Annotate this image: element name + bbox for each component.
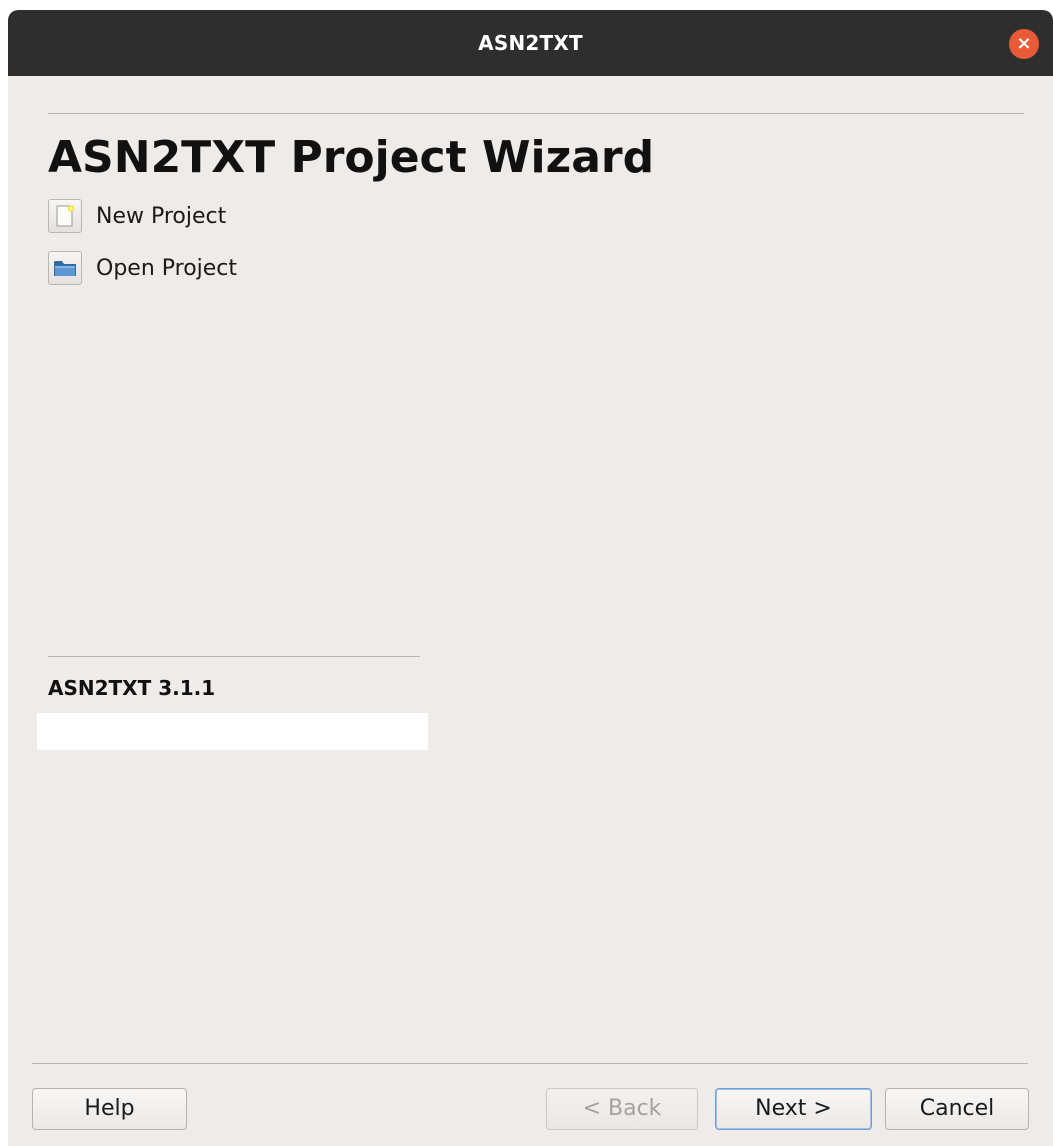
open-project-option[interactable]: Open Project (48, 250, 237, 286)
bottom-divider (32, 1063, 1028, 1064)
version-divider (48, 656, 420, 657)
window-title: ASN2TXT (478, 31, 583, 55)
open-project-label: Open Project (96, 255, 238, 281)
new-project-button[interactable] (48, 199, 82, 233)
wizard-window: ASN2TXT × ASN2TXT Project Wizard New Pro… (8, 10, 1053, 1146)
new-file-icon (56, 205, 75, 227)
next-button[interactable]: Next > (715, 1088, 872, 1130)
folder-icon (54, 261, 76, 276)
title-bar[interactable]: ASN2TXT × (8, 10, 1053, 76)
top-divider (48, 113, 1024, 114)
close-button[interactable]: × (1009, 29, 1039, 59)
info-field (37, 713, 428, 750)
open-project-button[interactable] (48, 251, 82, 285)
cancel-button[interactable]: Cancel (885, 1088, 1029, 1130)
page-title: ASN2TXT Project Wizard (48, 132, 655, 183)
help-button[interactable]: Help (32, 1088, 187, 1130)
new-project-option[interactable]: New Project (48, 198, 226, 234)
new-project-label: New Project (96, 203, 227, 229)
version-label: ASN2TXT 3.1.1 (48, 676, 216, 700)
close-icon: × (1016, 33, 1032, 54)
back-button[interactable]: < Back (546, 1088, 698, 1130)
